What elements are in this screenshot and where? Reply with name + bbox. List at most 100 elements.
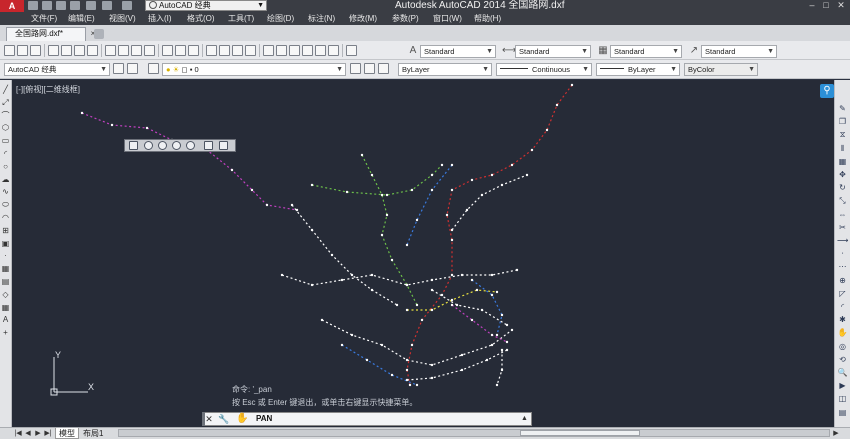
properties-icon[interactable] <box>263 45 274 56</box>
copy-object-icon[interactable]: ❐ <box>837 117 848 126</box>
point-icon[interactable]: · <box>1 252 10 260</box>
print-preview-icon[interactable] <box>61 45 72 56</box>
save-icon[interactable] <box>30 45 41 56</box>
multileader-style-select[interactable]: Standard ▼ <box>701 45 777 58</box>
multiline-text-icon[interactable]: A <box>1 316 10 324</box>
menu-view[interactable]: 视图(V) <box>109 12 136 25</box>
orbit-icon[interactable]: ⟲ <box>837 355 848 364</box>
horizontal-scrollbar[interactable] <box>118 429 830 437</box>
ellipse-arc-icon[interactable]: ◠ <box>1 214 10 222</box>
spline-icon[interactable]: ∿ <box>1 188 10 196</box>
markup-icon[interactable] <box>315 45 326 56</box>
match-properties-icon[interactable] <box>144 45 155 56</box>
offset-icon[interactable]: ⫴ <box>837 144 848 153</box>
stretch-icon[interactable]: ⇔ <box>837 210 848 219</box>
hatch-icon[interactable]: ▦ <box>1 265 10 273</box>
print-icon[interactable] <box>86 1 96 10</box>
zoom-previous-icon[interactable] <box>245 45 256 56</box>
erase-icon[interactable]: ✎ <box>837 104 848 113</box>
close-icon[interactable]: ✕ <box>204 413 214 425</box>
menu-window[interactable]: 窗口(W) <box>433 12 462 25</box>
zoom-icon[interactable]: 🔍 <box>837 368 848 377</box>
save-as-icon[interactable] <box>70 1 80 10</box>
save-icon[interactable] <box>56 1 66 10</box>
lineweight-select[interactable]: ByLayer ▼ <box>596 63 680 76</box>
continuous-orbit-icon[interactable] <box>172 141 181 150</box>
undo-icon[interactable] <box>175 45 186 56</box>
scale-icon[interactable]: ⤡ <box>837 196 848 205</box>
polygon-icon[interactable]: ⬡ <box>1 124 10 132</box>
cut-icon[interactable] <box>105 45 116 56</box>
polyline-icon[interactable]: ⌒ <box>1 111 10 120</box>
block-editor-icon[interactable] <box>162 45 173 56</box>
menu-modify[interactable]: 修改(M) <box>349 12 377 25</box>
tab-document[interactable]: 全国路网.dxf* <box>6 27 86 41</box>
close-button[interactable]: ✕ <box>835 0 847 11</box>
workspace-settings-icon[interactable] <box>127 63 138 74</box>
wrench-icon[interactable]: 🔧 <box>218 413 229 425</box>
undo-icon[interactable] <box>102 1 112 10</box>
circle-icon[interactable]: ○ <box>1 162 10 171</box>
layer-select[interactable]: ● ☀ ◻ ▪ 0 ▼ <box>162 63 346 76</box>
color-select[interactable]: ByLayer ▼ <box>398 63 492 76</box>
drawing-viewport[interactable] <box>12 80 834 427</box>
workspace-combo[interactable]: AutoCAD 经典 ▼ <box>4 63 110 76</box>
layer-previous-icon[interactable] <box>364 63 375 74</box>
array-icon[interactable]: ▦ <box>837 157 848 166</box>
pan-view-icon[interactable]: ✋ <box>837 328 848 337</box>
chamfer-icon[interactable]: ◸ <box>837 289 848 298</box>
menu-file[interactable]: 文件(F) <box>31 12 57 25</box>
rectangle-icon[interactable]: ▭ <box>1 137 10 145</box>
ellipse-icon[interactable]: ⬭ <box>1 201 10 209</box>
view-cube-icon[interactable] <box>204 141 213 150</box>
scroll-right-icon[interactable]: ▶ <box>832 429 840 438</box>
first-layout-icon[interactable]: |◀ <box>14 429 22 438</box>
gear-icon[interactable] <box>113 63 124 74</box>
show-motion-icon[interactable]: ▶ <box>837 381 848 390</box>
layer-states-icon[interactable] <box>378 63 389 74</box>
menu-tools[interactable]: 工具(T) <box>228 12 254 25</box>
viewport-controls-label[interactable]: [-][俯视][二维线框] <box>16 84 80 95</box>
line-icon[interactable]: ╱ <box>1 86 10 94</box>
menu-format[interactable]: 格式(O) <box>187 12 215 25</box>
command-line[interactable] <box>202 412 532 426</box>
open-icon[interactable] <box>17 45 28 56</box>
plot-style-select[interactable]: ByColor ▼ <box>684 63 758 76</box>
design-center-icon[interactable] <box>276 45 287 56</box>
tool-palettes-icon[interactable] <box>289 45 300 56</box>
command-input[interactable]: PAN <box>256 412 272 426</box>
toolbar-grip-icon[interactable] <box>129 141 138 150</box>
maximize-button[interactable]: □ <box>820 0 832 11</box>
break-icon[interactable]: ⋯ <box>837 262 848 271</box>
menu-draw[interactable]: 绘图(D) <box>267 12 294 25</box>
dim-style-select[interactable]: Standard ▼ <box>515 45 591 58</box>
paste-icon[interactable] <box>131 45 142 56</box>
new-tab-button[interactable] <box>94 29 104 39</box>
menu-insert[interactable]: 插入(I) <box>148 12 172 25</box>
3d-print-icon[interactable] <box>87 45 98 56</box>
sheet-set-icon[interactable] <box>302 45 313 56</box>
menu-edit[interactable]: 编辑(E) <box>68 12 95 25</box>
next-layout-icon[interactable]: ▶ <box>34 429 42 438</box>
gradient-icon[interactable]: ▤ <box>1 278 10 286</box>
zoom-window-icon[interactable] <box>232 45 243 56</box>
insert-block-icon[interactable]: ⊞ <box>1 226 10 235</box>
table-style-select[interactable]: Standard ▼ <box>610 45 682 58</box>
free-orbit-icon[interactable] <box>158 141 167 150</box>
copy-icon[interactable] <box>118 45 129 56</box>
mirror-icon[interactable]: ⧖ <box>837 130 848 139</box>
redo-icon[interactable] <box>188 45 199 56</box>
chevron-up-icon[interactable]: ▲ <box>521 413 528 425</box>
menu-parametric[interactable]: 参数(P) <box>392 12 419 25</box>
previous-layout-icon[interactable]: ◀ <box>24 429 32 438</box>
join-icon[interactable]: ⊕ <box>837 276 848 285</box>
last-layout-icon[interactable]: ▶| <box>44 429 52 438</box>
navigation-bar-icon[interactable]: ⚲ <box>820 84 834 98</box>
construction-line-icon[interactable]: ⤢ <box>1 98 10 107</box>
region-icon[interactable]: ◇ <box>1 290 10 299</box>
help-icon[interactable] <box>346 45 357 56</box>
tab-model[interactable]: 模型 <box>55 428 79 439</box>
linetype-select[interactable]: Continuous ▼ <box>496 63 592 76</box>
text-style-select[interactable]: Standard ▼ <box>420 45 496 58</box>
minimize-button[interactable]: – <box>806 0 818 11</box>
